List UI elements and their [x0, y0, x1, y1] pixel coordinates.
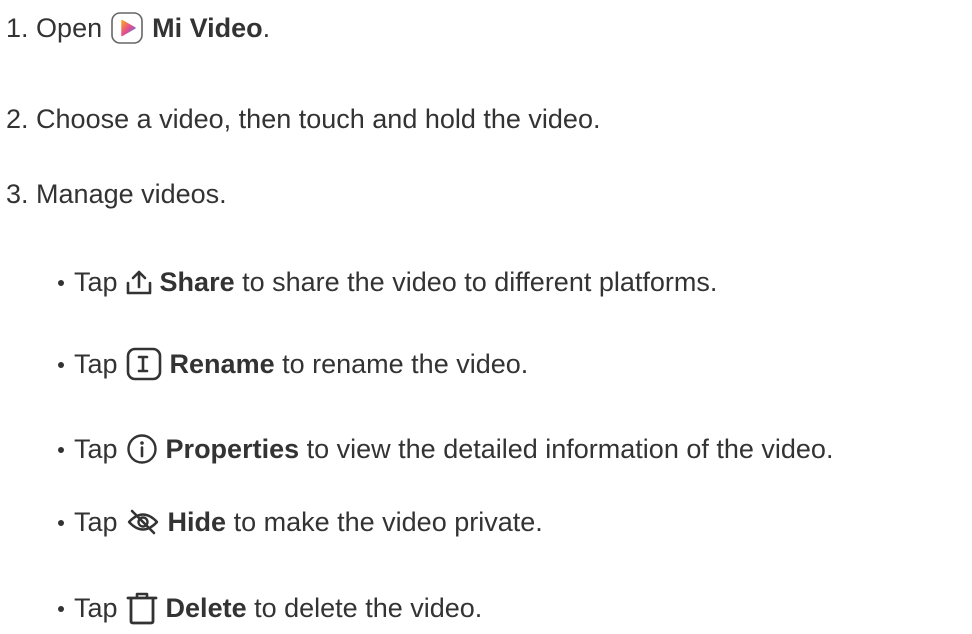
- step-1-text: Open: [36, 12, 103, 43]
- step-2: 2. Choose a video, then touch and hold t…: [6, 99, 600, 139]
- properties-description: to view the detailed information of the …: [306, 433, 834, 464]
- tap-label: Tap: [74, 266, 118, 297]
- tap-label: Tap: [74, 592, 118, 623]
- bullet-dot: [58, 362, 64, 368]
- tap-label: Tap: [74, 348, 118, 379]
- tap-label: Tap: [74, 506, 118, 537]
- share-description: to share the video to different platform…: [242, 266, 718, 297]
- rename-icon: [126, 347, 162, 381]
- hide-label: Hide: [167, 506, 227, 537]
- delete-trash-icon: [126, 591, 158, 625]
- action-rename: Tap Rename to rename the video.: [58, 344, 528, 384]
- hide-eye-icon: [126, 507, 160, 537]
- mi-video-label: Mi Video: [152, 12, 263, 43]
- step-2-number: 2.: [6, 103, 29, 134]
- tap-label: Tap: [74, 433, 118, 464]
- step-3-number: 3.: [6, 178, 29, 209]
- action-delete: Tap Delete to delete the video.: [58, 588, 482, 628]
- action-properties: Tap Properties to view the detailed info…: [58, 429, 833, 469]
- delete-label: Delete: [165, 592, 247, 623]
- mi-video-app-icon: [110, 11, 144, 45]
- action-share: Tap Share to share the video to differen…: [58, 262, 717, 302]
- bullet-dot: [58, 280, 64, 286]
- bullet-dot: [58, 447, 64, 453]
- delete-description: to delete the video.: [254, 592, 483, 623]
- bullet-dot: [58, 520, 64, 526]
- properties-label: Properties: [165, 433, 300, 464]
- step-2-text: Choose a video, then touch and hold the …: [36, 103, 601, 134]
- step-1-number: 1.: [6, 12, 29, 43]
- action-hide: Tap Hide to make the video private.: [58, 502, 543, 542]
- info-icon: [126, 433, 158, 465]
- step-3-text: Manage videos.: [36, 178, 227, 209]
- hide-description: to make the video private.: [233, 506, 543, 537]
- rename-description: to rename the video.: [282, 348, 529, 379]
- share-label: Share: [159, 266, 235, 297]
- step-1: 1. Open Mi Video.: [6, 8, 270, 48]
- step-3: 3. Manage videos.: [6, 174, 227, 214]
- step-1-period: .: [262, 12, 271, 43]
- bullet-dot: [58, 606, 64, 612]
- share-icon: [126, 268, 152, 296]
- rename-label: Rename: [169, 348, 275, 379]
